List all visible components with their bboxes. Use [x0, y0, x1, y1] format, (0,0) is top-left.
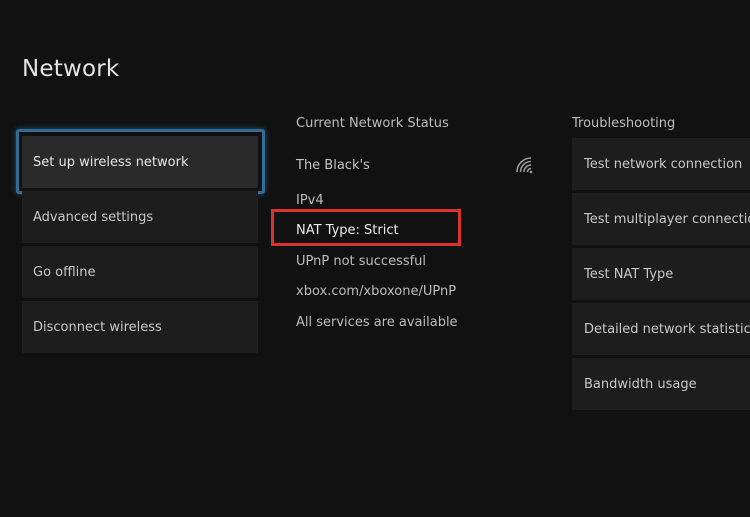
troubleshooting-heading: Troubleshooting — [572, 116, 676, 131]
test-nat-type-button[interactable]: Test NAT Type — [572, 248, 750, 300]
network-status-panel: Current Network Status The Black's IPv4 … — [271, 116, 541, 333]
menu-item-label: Go offline — [33, 264, 96, 280]
services-status: All services are available — [296, 315, 458, 330]
troubleshooting-item-label: Test multiplayer connection — [584, 211, 750, 227]
upnp-help-link: xbox.com/xboxone/UPnP — [296, 284, 457, 299]
network-menu: Set up wireless network Advanced setting… — [16, 129, 265, 356]
nat-type-row: NAT Type: Strict — [271, 209, 541, 246]
menu-item-label: Advanced settings — [33, 209, 154, 225]
troubleshooting-item-label: Test network connection — [584, 156, 743, 172]
detailed-network-statistics-button[interactable]: Detailed network statistics — [572, 303, 750, 355]
menu-item-label: Disconnect wireless — [33, 319, 162, 335]
advanced-settings-button[interactable]: Advanced settings — [22, 191, 258, 243]
wifi-signal-icon — [516, 157, 533, 174]
troubleshooting-item-label: Test NAT Type — [584, 266, 674, 282]
network-name-row: The Black's — [296, 157, 541, 178]
troubleshooting-item-label: Detailed network statistics — [584, 321, 750, 337]
network-status-heading: Current Network Status — [296, 116, 449, 131]
nat-type: NAT Type: Strict — [296, 223, 399, 238]
bandwidth-usage-button[interactable]: Bandwidth usage — [572, 358, 750, 410]
network-name: The Black's — [296, 158, 370, 173]
disconnect-wireless-button[interactable]: Disconnect wireless — [22, 301, 258, 353]
menu-item-label: Set up wireless network — [33, 154, 189, 170]
test-multiplayer-connection-button[interactable]: Test multiplayer connection — [572, 193, 750, 245]
set-up-wireless-network-button[interactable]: Set up wireless network — [16, 129, 265, 194]
page-title: Network — [22, 56, 120, 82]
test-network-connection-button[interactable]: Test network connection — [572, 138, 750, 190]
ip-version: IPv4 — [296, 193, 324, 208]
troubleshooting-menu: Test network connection Test multiplayer… — [572, 138, 750, 413]
go-offline-button[interactable]: Go offline — [22, 246, 258, 298]
troubleshooting-item-label: Bandwidth usage — [584, 376, 697, 392]
upnp-status: UPnP not successful — [296, 254, 427, 269]
